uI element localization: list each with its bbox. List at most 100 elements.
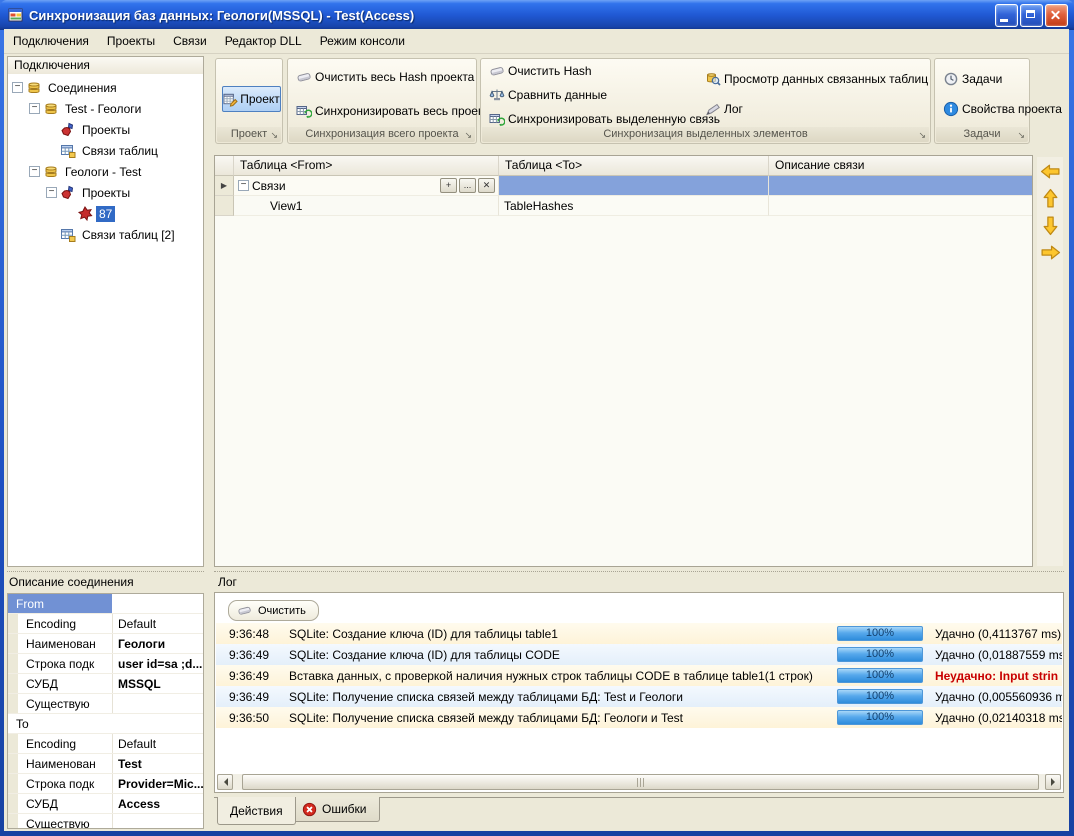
collapse-icon[interactable]: − [29, 166, 40, 177]
move-down-arrow-icon[interactable] [1043, 215, 1058, 236]
caption-arrow-icon[interactable]: ↘ [918, 128, 926, 143]
ribbon-caption-sync-project: Синхронизация всего проекта↘ [289, 127, 475, 142]
tree-node-label[interactable]: Проекты [79, 185, 133, 201]
clear-hash-button[interactable]: Очистить Hash [489, 63, 592, 79]
main-splitter[interactable] [214, 571, 1064, 572]
log-status: Удачно (0,005560936 m [929, 690, 1062, 704]
scroll-right-button[interactable] [1045, 774, 1061, 790]
tree-node-label[interactable]: Геологи - Test [62, 164, 144, 180]
move-left-arrow-icon[interactable] [1040, 164, 1061, 179]
column-header-description[interactable]: Описание связи [769, 156, 1032, 176]
collapse-icon[interactable]: − [46, 187, 57, 198]
close-button[interactable] [1045, 4, 1068, 27]
menu-connections[interactable]: Подключения [4, 30, 98, 53]
table-row-view1[interactable]: View1 TableHashes [215, 196, 1032, 216]
clear-log-button[interactable]: Очистить [228, 600, 319, 621]
tree-node-projects-1[interactable]: Проекты [8, 119, 203, 140]
property-row-encoding[interactable]: Encoding Default [8, 734, 203, 754]
property-category-from[interactable]: From [8, 594, 203, 614]
to-table-name-cell[interactable]: TableHashes [499, 196, 769, 216]
remove-link-button[interactable]: ✕ [478, 178, 495, 193]
menu-dll-editor[interactable]: Редактор DLL [216, 30, 311, 53]
titlebar: Синхронизация баз данных: Геологи(MSSQL)… [0, 0, 1074, 30]
scroll-left-button[interactable] [217, 774, 233, 790]
scrollbar-thumb[interactable] [242, 774, 1039, 790]
tree-node-table-links-1[interactable]: Связи таблиц [8, 140, 203, 161]
collapse-icon[interactable]: − [238, 180, 249, 191]
log-button[interactable]: Лог [705, 101, 743, 117]
tab-errors[interactable]: Ошибки [289, 797, 380, 822]
link-description-cell[interactable] [769, 196, 1032, 216]
log-panel-header: Лог [218, 575, 237, 589]
tree-node-label-selected[interactable]: 87 [96, 206, 115, 222]
property-row-exists[interactable]: Существую [8, 814, 203, 829]
column-header-to[interactable]: Таблица <To> [499, 156, 769, 176]
collapse-icon[interactable]: − [12, 82, 23, 93]
sync-all-project-button[interactable]: Синхронизировать весь проект [296, 103, 489, 119]
links-group-to-cell[interactable] [499, 176, 769, 196]
tree-node-projects-2[interactable]: − Проекты [8, 182, 203, 203]
project-button[interactable]: Проект [222, 86, 281, 112]
grip-icon [637, 778, 645, 787]
property-row-name[interactable]: Наименован Test [8, 754, 203, 774]
tree-node-connections[interactable]: − Соединения [8, 77, 203, 98]
move-up-arrow-icon[interactable] [1043, 188, 1058, 209]
links-group-desc-cell[interactable] [769, 176, 1032, 196]
ribbon-caption-project: Проект↘ [217, 127, 281, 142]
property-row-connection-string[interactable]: Строка подк user id=sa ;d... [8, 654, 203, 674]
view-linked-tables-button[interactable]: Просмотр данных связанных таблиц [705, 71, 928, 87]
tree-node-table-links-2[interactable]: Связи таблиц [2] [8, 224, 203, 245]
edit-link-button[interactable]: ... [459, 178, 476, 193]
property-row-dbms[interactable]: СУБД MSSQL [8, 674, 203, 694]
project-properties-button[interactable]: Свойства проекта [943, 101, 1062, 117]
caption-arrow-icon[interactable]: ↘ [464, 128, 472, 143]
left-splitter[interactable] [7, 571, 204, 572]
menu-console-mode[interactable]: Режим консоли [311, 30, 414, 53]
ribbon-caption-tasks: Задачи↘ [936, 127, 1028, 142]
caption-arrow-icon[interactable]: ↘ [270, 128, 278, 143]
tree-node-label[interactable]: Связи таблиц [2] [79, 227, 178, 243]
compare-data-button[interactable]: Сравнить данные [489, 87, 607, 103]
log-entry[interactable]: 9:36:49 Вставка данных, с проверкой нали… [216, 665, 1062, 686]
menubar: Подключения Проекты Связи Редактор DLL Р… [4, 29, 1069, 54]
property-row-exists[interactable]: Существую [8, 694, 203, 714]
tree-node-label[interactable]: Связи таблиц [79, 143, 161, 159]
tree-node-project-87[interactable]: 87 [8, 203, 203, 224]
move-arrows-panel [1037, 157, 1063, 566]
menu-projects[interactable]: Проекты [98, 30, 164, 53]
log-horizontal-scrollbar[interactable] [217, 774, 1061, 790]
minimize-button[interactable] [995, 4, 1018, 27]
log-entry[interactable]: 9:36:48 SQLite: Создание ключа (ID) для … [216, 623, 1062, 644]
property-category-to[interactable]: To [8, 714, 203, 734]
table-links-icon [60, 143, 76, 159]
add-link-button[interactable]: + [440, 178, 457, 193]
property-row-dbms[interactable]: СУБД Access [8, 794, 203, 814]
error-icon [302, 802, 317, 817]
column-header-from[interactable]: Таблица <From> [234, 156, 499, 176]
tasks-button[interactable]: Задачи [943, 71, 1002, 87]
caption-arrow-icon[interactable]: ↘ [1017, 128, 1025, 143]
log-time: 9:36:48 [216, 627, 289, 641]
database-icon [43, 101, 59, 117]
tree-node-label[interactable]: Соединения [45, 80, 120, 96]
tree-node-label[interactable]: Test - Геологи [62, 101, 144, 117]
collapse-icon[interactable]: − [29, 103, 40, 114]
property-row-connection-string[interactable]: Строка подк Provider=Mic... [8, 774, 203, 794]
move-right-arrow-icon[interactable] [1040, 245, 1061, 260]
sync-selected-link-button[interactable]: Синхронизировать выделенную связь [489, 111, 720, 127]
tab-actions[interactable]: Действия [217, 797, 296, 825]
log-entry[interactable]: 9:36:50 SQLite: Получение списка связей … [216, 707, 1062, 728]
menu-links[interactable]: Связи [164, 30, 216, 53]
log-entry[interactable]: 9:36:49 SQLite: Создание ключа (ID) для … [216, 644, 1062, 665]
property-row-name[interactable]: Наименован Геологи [8, 634, 203, 654]
tree-node-geologi-test[interactable]: − Геологи - Test [8, 161, 203, 182]
tree-node-label[interactable]: Проекты [79, 122, 133, 138]
property-row-encoding[interactable]: Encoding Default [8, 614, 203, 634]
clear-all-hash-button[interactable]: Очистить весь Hash проекта [296, 69, 474, 85]
log-entry[interactable]: 9:36:49 SQLite: Получение списка связей … [216, 686, 1062, 707]
log-panel: Очистить 9:36:48 SQLite: Создание ключа … [214, 592, 1064, 793]
tree-node-test-geologi[interactable]: − Test - Геологи [8, 98, 203, 119]
right-triangle-icon [1051, 778, 1059, 786]
table-row-links-group[interactable]: ▶ − Связи + ... ✕ [215, 176, 1032, 196]
maximize-button[interactable] [1020, 4, 1043, 27]
